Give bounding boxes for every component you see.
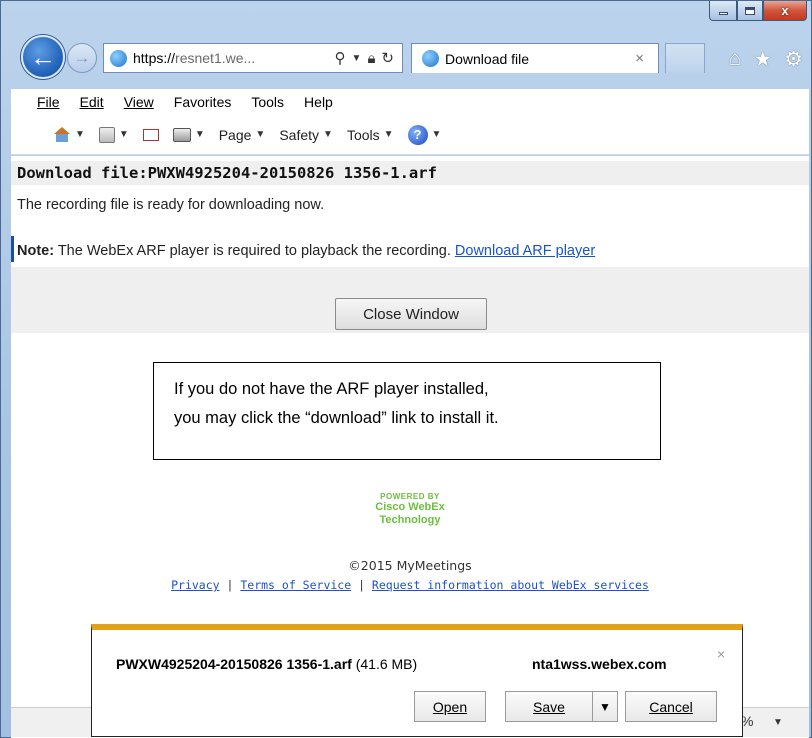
close-icon: x (781, 3, 789, 18)
print-icon (172, 127, 191, 142)
close-window-button[interactable]: x (763, 1, 807, 21)
menu-item-file[interactable]: File (37, 94, 60, 110)
address-bar[interactable]: https://resnet1.we... ⚲ ▼ 🔒︎ ↻ (103, 43, 403, 73)
save-options-dropdown[interactable]: ▼ (592, 691, 618, 722)
search-icon[interactable]: ⚲ (335, 49, 346, 67)
title-bar: x (1, 1, 812, 29)
forward-arrow-icon: → (73, 48, 91, 67)
minimize-button[interactable] (709, 1, 737, 21)
privacy-link[interactable]: Privacy (171, 578, 219, 592)
footer-separator: | (219, 578, 241, 592)
chevron-down-icon: ▼ (75, 129, 85, 140)
mail-command[interactable] (142, 128, 159, 141)
cancel-button[interactable]: Cancel (625, 691, 717, 722)
note-line: Note: The WebEx ARF player is required t… (17, 243, 595, 259)
chevron-down-icon[interactable]: ▼ (773, 717, 783, 728)
home-command[interactable]: ▼ (53, 126, 85, 143)
home-icon[interactable]: ⌂ (729, 47, 742, 72)
chevron-down-icon[interactable]: ▼ (352, 53, 362, 64)
download-size: (41.6 MB) (351, 656, 418, 672)
instruction-callout: If you do not have the ARF player instal… (153, 362, 661, 460)
close-window-page-button[interactable]: Close Window (335, 298, 487, 330)
powered-by-logo: POWERED BY Cisco WebEx Technology (11, 492, 809, 527)
copyright: ©2015 MyMeetings (348, 558, 472, 573)
feed-icon (98, 126, 115, 143)
help-icon: ? (407, 124, 428, 145)
navigation-row: ← → https://resnet1.we... ⚲ ▼ 🔒︎ ↻ Downl… (1, 29, 812, 89)
chevron-down-icon: ▼ (599, 699, 611, 714)
home-icon (53, 126, 71, 143)
page-title: Download file:PWXW4925204-20150826 1356-… (11, 161, 809, 185)
menu-item-tools[interactable]: Tools (251, 94, 284, 110)
maximize-button[interactable] (737, 1, 763, 21)
chevron-down-icon: ▼ (323, 129, 333, 140)
download-host: nta1wss.webex.com (532, 656, 667, 672)
maximize-icon (745, 6, 755, 15)
menu-item-view[interactable]: View (124, 94, 154, 110)
open-button[interactable]: Open (414, 691, 486, 722)
brand-line-2: Technology (379, 514, 441, 526)
lock-icon[interactable]: 🔒︎ (367, 50, 375, 67)
gear-icon[interactable]: ⚙ (784, 47, 803, 72)
download-filename: PWXW4925204-20150826 1356-1.arf (41.6 MB… (116, 656, 418, 672)
site-globe-icon (110, 49, 127, 67)
close-icon[interactable]: × (717, 646, 725, 662)
back-button[interactable]: ← (21, 35, 65, 79)
favorites-star-icon[interactable]: ★ (753, 47, 772, 72)
callout-line-2: you may click the “download” link to ins… (174, 409, 499, 427)
tab-globe-icon (422, 50, 439, 67)
save-button[interactable]: Save (505, 691, 593, 722)
minimize-icon (718, 12, 728, 15)
address-bar-icons: ⚲ ▼ 🔒︎ ↻ (335, 49, 402, 68)
note-label: Note: (17, 243, 55, 259)
back-arrow-icon: ← (30, 41, 56, 72)
tab-title: Download file (445, 50, 530, 67)
new-tab-button[interactable] (665, 43, 705, 73)
terms-of-service-link[interactable]: Terms of Service (240, 578, 351, 592)
mail-icon (142, 128, 159, 141)
menu-item-edit[interactable]: Edit (80, 94, 104, 110)
url-scheme: https:// (133, 50, 176, 66)
footer-links: Privacy | Terms of Service | Request inf… (11, 578, 809, 592)
forward-button[interactable]: → (67, 43, 97, 73)
print-command[interactable]: ▼ (172, 127, 205, 142)
feeds-command[interactable]: ▼ (98, 126, 129, 143)
brand-line-1: Cisco WebEx (375, 501, 445, 513)
tools-menu[interactable]: Tools ▼ (347, 127, 394, 143)
command-bar: ▼ ▼ ▼ Page ▼ Safety ▼ Tools ▼ ? ▼ (11, 115, 809, 155)
browser-window: x ← → https://resnet1.we... ⚲ ▼ 🔒︎ ↻ Dow… (0, 0, 812, 738)
download-arf-player-link[interactable]: Download ARF player (455, 243, 595, 259)
chevron-down-icon: ▼ (118, 129, 129, 140)
url-host: resnet1.we... (175, 50, 256, 66)
focus-accent-bar (11, 236, 14, 262)
menu-item-help[interactable]: Help (304, 94, 333, 110)
window-controls: x (709, 1, 807, 21)
footer-separator: | (351, 578, 372, 592)
menu-item-favorites[interactable]: Favorites (174, 94, 232, 110)
callout-line-1: If you do not have the ARF player instal… (174, 380, 489, 398)
download-notification-bar: PWXW4925204-20150826 1356-1.arf (41.6 MB… (91, 624, 743, 737)
page-menu[interactable]: Page ▼ (219, 127, 266, 143)
ready-message: The recording file is ready for download… (17, 197, 325, 213)
toolbar-right-icons: ⌂ ★ ⚙ (729, 47, 803, 72)
safety-menu[interactable]: Safety ▼ (279, 127, 333, 143)
chevron-down-icon: ▼ (383, 129, 394, 140)
help-menu[interactable]: ? ▼ (407, 124, 442, 145)
chevron-down-icon: ▼ (255, 129, 266, 140)
tab-close-icon[interactable]: × (635, 50, 644, 67)
request-info-link[interactable]: Request information about WebEx services (372, 578, 649, 592)
chevron-down-icon: ▼ (431, 129, 442, 140)
note-text: The WebEx ARF player is required to play… (54, 243, 455, 259)
tab-download-file[interactable]: Download file × (411, 43, 659, 73)
refresh-icon[interactable]: ↻ (381, 49, 394, 67)
chevron-down-icon: ▼ (194, 129, 205, 140)
menu-bar: File Edit View Favorites Tools Help (11, 89, 809, 115)
powered-by-label: POWERED BY (380, 492, 440, 501)
